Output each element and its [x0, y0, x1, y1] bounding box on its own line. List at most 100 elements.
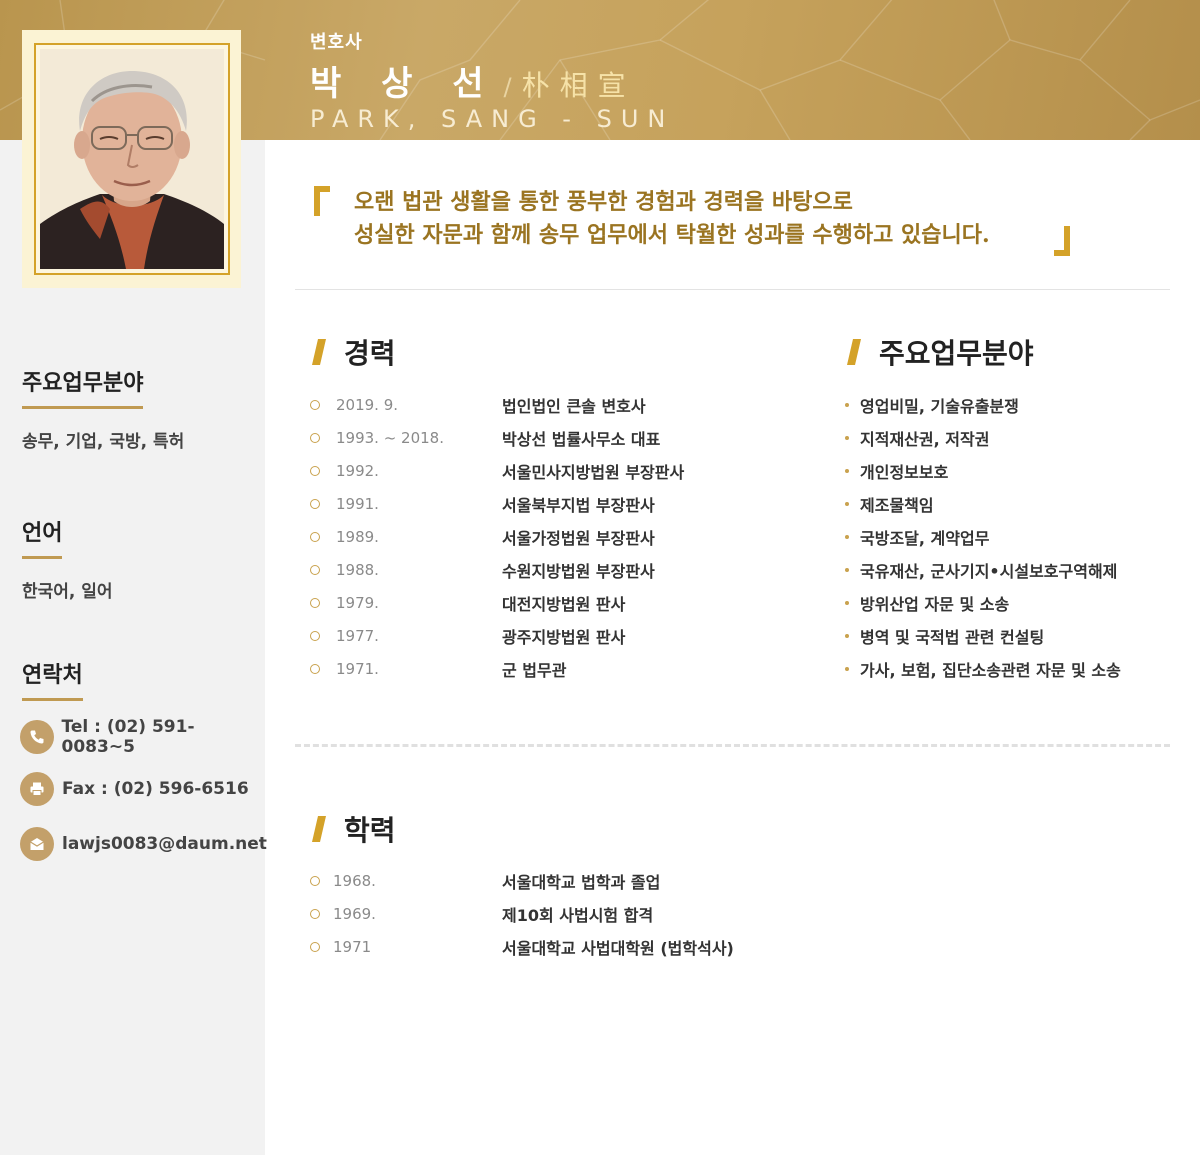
- intro-quote: 오랜 법관 생활을 통한 풍부한 경험과 경력을 바탕으로 성실한 자문과 함께…: [310, 180, 1080, 260]
- timeline-year: 1969.: [333, 904, 376, 923]
- bullet-dot: [845, 402, 849, 407]
- practice-area-list: 영업비밀, 기술유출분쟁지적재산권, 저작권개인정보보호 제조물책임국방조달, 계…: [843, 388, 1121, 685]
- timeline-dot: [310, 908, 320, 919]
- timeline-dot: [310, 663, 320, 674]
- timeline-dot: [310, 498, 320, 509]
- contact-tel[interactable]: Tel : (02) 591-0083~5: [20, 717, 265, 757]
- timeline-row: 1968. 서울대학교 법학과 졸업: [310, 864, 830, 897]
- education-timeline: 1968. 서울대학교 법학과 졸업 1969. 제10회 사법시험 합격 1971 서울…: [310, 864, 830, 963]
- list-item: 영업비밀, 기술유출분쟁: [843, 388, 1121, 421]
- list-item: 가사, 보험, 집단소송관련 자문 및 소송: [843, 652, 1121, 685]
- timeline-year: 1991.: [336, 494, 379, 513]
- bullet-dot: [845, 666, 849, 671]
- practice-title: 주요업무분야: [879, 337, 1034, 370]
- timeline-row: 1977. 광주지방법원 판사: [310, 619, 830, 652]
- sidebar-practice-section: 주요업무분야 송무, 기업, 국방, 특허: [22, 370, 184, 452]
- timeline-desc: 서울민사지방법원 부장판사: [502, 462, 685, 482]
- timeline-desc: 서울대학교 사법대학원 (법학석사): [502, 938, 734, 958]
- portrait-border: [34, 43, 230, 275]
- dashed-divider: [295, 744, 1170, 747]
- timeline-dot: [310, 941, 320, 952]
- timeline-year: 1971.: [336, 659, 379, 678]
- list-item: 국유재산, 군사기지•시설보호구역해제: [843, 553, 1121, 586]
- timeline-year: 1992.: [336, 461, 379, 480]
- timeline-year: 1971: [333, 937, 372, 956]
- practice-area-item: 국유재산, 군사기지•시설보호구역해제: [860, 561, 1118, 581]
- practice-area-item: 영업비밀, 기술유출분쟁: [860, 396, 1019, 416]
- portrait-photo: [40, 49, 224, 269]
- quote-line-1: 오랜 법관 생활을 통한 풍부한 경험과 경력을 바탕으로: [354, 189, 853, 215]
- slash-mark-icon: [847, 339, 861, 365]
- practice-area-item: 가사, 보험, 집단소송관련 자문 및 소송: [860, 660, 1121, 680]
- timeline-dot: [310, 875, 320, 886]
- practice-area-item: 지적재산권, 저작권: [860, 429, 990, 449]
- name-row: 박 상 선 / 朴相宣: [310, 56, 674, 105]
- name-korean: 박 상 선: [310, 64, 498, 104]
- timeline-row: 1979. 대전지방법원 판사: [310, 586, 830, 619]
- list-item: 지적재산권, 저작권: [843, 421, 1121, 454]
- timeline-dot: [310, 465, 320, 476]
- quote-text: 오랜 법관 생활을 통한 풍부한 경험과 경력을 바탕으로 성실한 자문과 함께…: [354, 186, 990, 252]
- list-item: 개인정보보호: [843, 454, 1121, 487]
- timeline-desc: 박상선 법률사무소 대표: [502, 429, 661, 449]
- timeline-dot: [310, 630, 320, 641]
- sidebar-language-text: 한국어, 일어: [22, 582, 113, 602]
- list-item: 제조물책임: [843, 487, 1121, 520]
- sidebar-language-title: 언어: [22, 520, 63, 559]
- timeline-year: 1977.: [336, 626, 379, 645]
- bullet-dot: [845, 633, 849, 638]
- practice-area-item: 방위산업 자문 및 소송: [860, 594, 1010, 614]
- timeline-desc: 서울북부지법 부장판사: [502, 495, 655, 515]
- name-hanja: 朴相宣: [521, 69, 636, 102]
- sidebar: 주요업무분야 송무, 기업, 국방, 특허 언어 한국어, 일어 연락처 Tel…: [0, 140, 267, 1155]
- timeline-dot: [310, 597, 320, 608]
- timeline-row: 1971. 군 법무관: [310, 652, 830, 685]
- name-block: 변호사 박 상 선 / 朴相宣 PARK, SANG - SUN: [310, 28, 674, 133]
- email-icon: [20, 827, 54, 861]
- timeline-year: 1988.: [336, 560, 379, 579]
- portrait-frame: [22, 30, 241, 288]
- timeline-row: 1992. 서울민사지방법원 부장판사: [310, 454, 830, 487]
- quote-line-2: 성실한 자문과 함께 송무 업무에서 탁월한 성과를 수행하고 있습니다.: [354, 222, 990, 248]
- bullet-dot: [845, 567, 849, 572]
- sidebar-contact-section: 연락처: [22, 662, 83, 701]
- role-label: 변호사: [310, 32, 363, 53]
- timeline-dot: [310, 399, 320, 410]
- bullet-dot: [845, 501, 849, 506]
- name-english: PARK, SANG - SUN: [310, 105, 675, 133]
- timeline-year: 1993. ~ 2018.: [336, 428, 444, 447]
- sidebar-practice-title: 주요업무분야: [22, 370, 144, 409]
- slash-mark-icon: [312, 816, 326, 842]
- contact-email[interactable]: lawjs0083@daum.net: [20, 827, 267, 861]
- slash-mark-icon: [312, 339, 326, 365]
- timeline-year: 1979.: [336, 593, 379, 612]
- fax-icon: [20, 772, 54, 806]
- timeline-desc: 군 법무관: [502, 660, 567, 680]
- sidebar-language-section: 언어 한국어, 일어: [22, 520, 113, 602]
- contact-tel-text: Tel : (02) 591-0083~5: [61, 717, 195, 757]
- bullet-dot: [845, 468, 849, 473]
- timeline-year: 2019. 9.: [336, 395, 399, 414]
- timeline-row: 1969. 제10회 사법시험 합격: [310, 897, 830, 930]
- timeline-dot: [310, 564, 320, 575]
- timeline-dot: [310, 531, 320, 542]
- education-title: 학력: [344, 814, 396, 847]
- timeline-row: 1971 서울대학교 사법대학원 (법학석사): [310, 930, 830, 963]
- practice-heading: 주요업무분야: [847, 332, 1034, 372]
- bullet-dot: [845, 534, 849, 539]
- list-item: 국방조달, 계약업무: [843, 520, 1121, 553]
- sidebar-practice-text: 송무, 기업, 국방, 특허: [22, 432, 185, 452]
- timeline-row: 1993. ~ 2018. 박상선 법률사무소 대표: [310, 421, 830, 454]
- timeline-row: 2019. 9. 법인법인 큰솔 변호사: [310, 388, 830, 421]
- career-timeline: 2019. 9. 법인법인 큰솔 변호사 1993. ~ 2018. 박상선 법률사무…: [310, 388, 830, 685]
- timeline-row: 1991. 서울북부지법 부장판사: [310, 487, 830, 520]
- contact-email-text: lawjs0083@daum.net: [62, 834, 267, 854]
- contact-fax: Fax : (02) 596-6516: [20, 772, 249, 806]
- timeline-row: 1988. 수원지방법원 부장판사: [310, 553, 830, 586]
- career-heading: 경력: [312, 332, 396, 372]
- name-separator: /: [503, 73, 512, 101]
- timeline-desc: 서울대학교 법학과 졸업: [502, 872, 661, 892]
- sidebar-contact-title: 연락처: [22, 662, 83, 701]
- contact-fax-text: Fax : (02) 596-6516: [62, 779, 249, 799]
- practice-area-item: 국방조달, 계약업무: [860, 528, 990, 548]
